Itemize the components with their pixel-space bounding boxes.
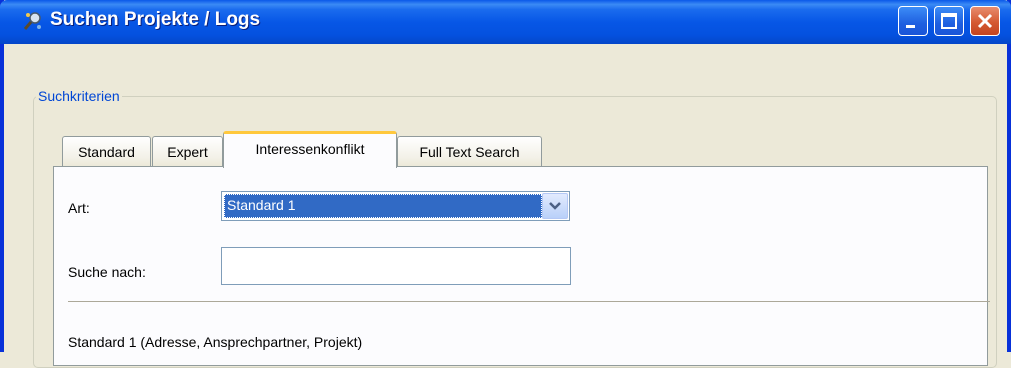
title-bar[interactable]: Suchen Projekte / Logs [0, 0, 1011, 44]
tab-full-text-search[interactable]: Full Text Search [397, 136, 542, 166]
tab-standard[interactable]: Standard [62, 136, 151, 166]
separator-line [68, 301, 990, 302]
art-dropdown[interactable]: Standard 1 [221, 191, 570, 221]
minimize-icon [906, 25, 915, 28]
art-dropdown-value: Standard 1 [224, 194, 542, 218]
maximize-button[interactable] [934, 6, 964, 36]
search-input[interactable] [221, 247, 571, 285]
close-icon [977, 13, 993, 29]
minimize-button[interactable] [898, 6, 928, 36]
search-app-icon [23, 12, 41, 30]
search-label: Suche nach: [68, 264, 146, 280]
tab-expert[interactable]: Expert [152, 136, 223, 166]
close-button[interactable] [970, 6, 1000, 36]
maximize-icon [941, 13, 957, 29]
art-label: Art: [68, 200, 90, 216]
chevron-down-icon [549, 202, 561, 210]
search-description: Standard 1 (Adresse, Ansprechpartner, Pr… [68, 334, 363, 350]
window-title: Suchen Projekte / Logs [50, 9, 261, 30]
tab-interessenkonflikt[interactable]: Interessenkonflikt [223, 131, 397, 168]
search-criteria-legend: Suchkriterien [36, 88, 122, 104]
dropdown-button[interactable] [542, 193, 568, 219]
